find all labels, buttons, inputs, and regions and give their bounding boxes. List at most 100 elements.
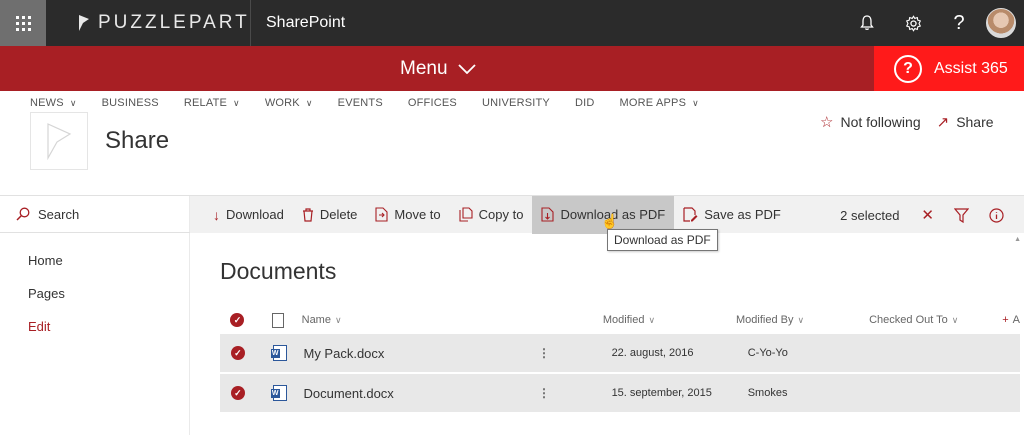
assist-365-button[interactable]: ? Assist 365 <box>874 46 1024 91</box>
hand-cursor-icon: ☝ <box>601 213 619 229</box>
global-nav-item-university[interactable]: UNIVERSITY <box>482 94 550 112</box>
quick-launch-item-edit[interactable]: Edit <box>28 319 65 352</box>
global-nav-item-events[interactable]: EVENTS <box>338 94 383 112</box>
site-logo[interactable] <box>30 112 88 170</box>
modified-by-cell[interactable]: C-Yo-Yo <box>748 347 884 359</box>
file-name-link[interactable]: Document.docx <box>303 386 538 401</box>
search-label: Search <box>38 206 80 222</box>
left-panel: Search Home Pages Edit <box>0 195 190 435</box>
pdf-download-icon <box>541 207 555 222</box>
copy-to-button[interactable]: Copy to <box>450 196 533 234</box>
quick-launch-item-home[interactable]: Home <box>28 253 65 286</box>
save-as-pdf-button[interactable]: Save as PDF <box>674 196 790 234</box>
app-launcher-button[interactable] <box>0 0 46 46</box>
clear-selection-close-icon[interactable]: ✕ <box>921 206 934 224</box>
chevron-down-icon: ∨ <box>692 97 699 108</box>
global-nav-item-offices[interactable]: OFFICES <box>408 94 457 112</box>
avatar[interactable] <box>986 8 1016 38</box>
menu-bar: Menu <box>0 46 1024 91</box>
add-column-button[interactable]: + A <box>1002 314 1020 326</box>
quick-launch-item-pages[interactable]: Pages <box>28 286 65 319</box>
follow-button[interactable]: ☆ Not following <box>820 113 921 131</box>
download-icon: ↓ <box>213 206 220 223</box>
delete-label: Delete <box>319 207 358 222</box>
nav-label: WORK <box>264 97 300 109</box>
brand-text: PUZZLEPART <box>98 12 250 33</box>
copy-to-label: Copy to <box>478 207 524 222</box>
move-icon <box>375 207 388 222</box>
share-icon: ↗ <box>936 114 950 131</box>
table-row[interactable]: ✓ W Document.docx ⋮ 15. september, 2015 … <box>220 374 1020 412</box>
brand-logo[interactable]: PUZZLEPART <box>78 0 250 46</box>
help-button[interactable]: ? <box>936 0 982 46</box>
add-column-label: A <box>1012 314 1021 326</box>
download-button[interactable]: ↓ Download <box>204 196 293 234</box>
global-nav-item-business[interactable]: BUSINESS <box>102 94 159 112</box>
modified-by-cell[interactable]: Smokes <box>748 387 884 399</box>
column-label: Modified <box>602 314 645 326</box>
column-header-modified-by[interactable]: Modified By ∨ <box>736 314 869 326</box>
app-name[interactable]: SharePoint <box>266 0 345 46</box>
more-options-icon[interactable]: ⋮ <box>538 346 612 360</box>
nav-label: NEWS <box>30 97 64 109</box>
pdf-save-icon <box>683 207 698 222</box>
row-checkbox[interactable]: ✓ <box>220 386 256 400</box>
nav-label: BUSINESS <box>101 97 159 109</box>
modified-cell: 22. august, 2016 <box>611 347 694 359</box>
file-type-header[interactable] <box>255 312 302 328</box>
global-nav-item-news[interactable]: NEWS ∨ <box>30 94 77 112</box>
more-options-icon[interactable]: ⋮ <box>538 386 612 400</box>
settings-button[interactable] <box>890 0 936 46</box>
share-button[interactable]: ↗ Share <box>937 113 994 131</box>
nav-label: MORE APPS <box>619 97 687 109</box>
suite-bar: PUZZLEPART SharePoint ? <box>0 0 1024 46</box>
site-title[interactable]: Share <box>105 127 169 155</box>
nav-label: DID <box>574 97 595 109</box>
column-header-name[interactable]: Name ∨ <box>302 314 531 326</box>
suite-divider <box>250 0 251 46</box>
scroll-up-arrow-icon[interactable]: ▲ <box>1014 236 1021 243</box>
library-title: Documents <box>220 258 337 284</box>
column-header-checked-out-to[interactable]: Checked Out To ∨ <box>869 314 1002 326</box>
select-all-checkbox[interactable]: ✓ <box>220 313 255 327</box>
chevron-down-icon: ∨ <box>951 315 959 325</box>
trash-icon <box>302 207 313 222</box>
global-nav-item-relate[interactable]: RELATE ∨ <box>184 94 240 112</box>
column-label: Name <box>301 314 331 326</box>
notifications-button[interactable] <box>844 0 890 46</box>
row-checkbox[interactable]: ✓ <box>220 346 256 360</box>
info-icon[interactable] <box>989 207 1004 223</box>
quick-launch: Home Pages Edit <box>28 253 65 352</box>
file-type-cell: W <box>256 385 304 401</box>
column-label: Checked Out To <box>869 314 948 326</box>
document-icon <box>272 312 285 328</box>
chevron-down-icon: ∨ <box>797 315 805 325</box>
selection-count: 2 selected <box>840 207 900 223</box>
delete-button[interactable]: Delete <box>293 196 367 234</box>
menu-button[interactable]: Menu <box>400 46 476 91</box>
move-to-label: Move to <box>394 207 441 222</box>
search-box[interactable]: Search <box>0 195 190 233</box>
global-nav-item-did[interactable]: DID <box>575 94 595 112</box>
bell-icon <box>860 15 874 30</box>
move-to-button[interactable]: Move to <box>366 196 449 234</box>
global-nav: NEWS ∨ BUSINESS RELATE ∨ WORK ∨ EVENTS O… <box>30 94 724 112</box>
nav-label: EVENTS <box>337 97 383 109</box>
global-nav-item-work[interactable]: WORK ∨ <box>265 94 313 112</box>
column-header-modified[interactable]: Modified ∨ <box>603 314 736 326</box>
follow-label: Not following <box>840 114 921 130</box>
waffle-icon <box>15 15 31 31</box>
column-label: Modified By <box>735 314 794 326</box>
chevron-down-icon: ∨ <box>305 97 313 108</box>
share-label: Share <box>956 114 994 130</box>
file-name-link[interactable]: My Pack.docx <box>303 346 538 361</box>
question-circle-icon: ? <box>894 54 922 83</box>
tooltip: Download as PDF <box>607 229 718 251</box>
nav-label: RELATE <box>183 97 228 109</box>
table-header: ✓ Name ∨ Modified ∨ Modified By ∨ Checked O… <box>220 306 1020 334</box>
global-nav-item-more-apps[interactable]: MORE APPS ∨ <box>620 94 699 112</box>
checkmark-icon: ✓ <box>230 346 245 360</box>
chevron-down-icon <box>457 63 476 74</box>
filter-icon[interactable] <box>954 207 969 223</box>
table-row[interactable]: ✓ W My Pack.docx ⋮ 22. august, 2016 C-Yo… <box>220 334 1020 372</box>
